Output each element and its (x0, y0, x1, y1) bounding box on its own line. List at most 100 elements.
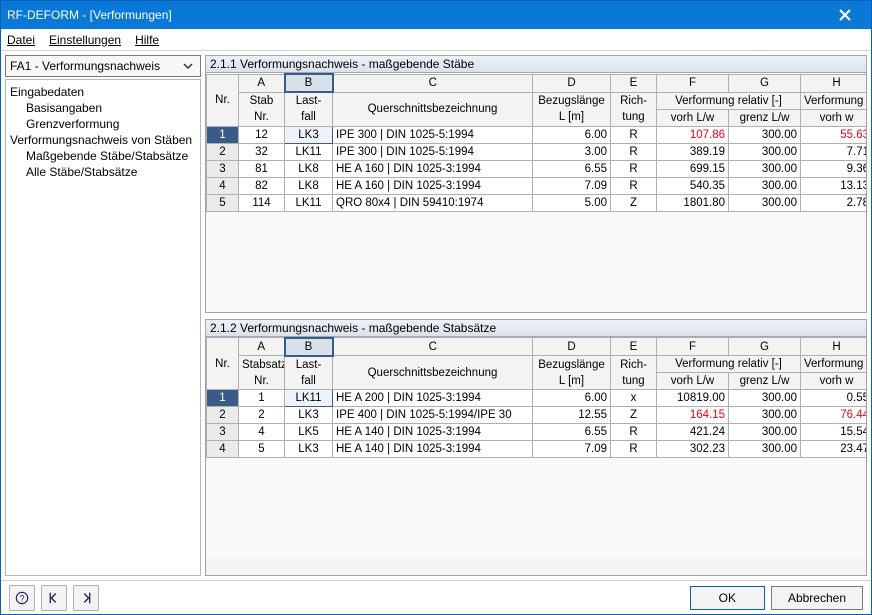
menu-file[interactable]: Datei (7, 33, 35, 47)
hdr2-G[interactable]: G (729, 338, 801, 356)
table-row[interactable]: 381LK8HE A 160 | DIN 1025-3:19946.55R699… (207, 160, 868, 177)
table-cell[interactable]: 5.00 (533, 194, 611, 211)
table-cell[interactable]: 302.23 (657, 441, 729, 458)
hdr-E[interactable]: E (611, 74, 657, 92)
cancel-button[interactable]: Abbrechen (771, 586, 863, 610)
table-cell[interactable]: 7.09 (533, 441, 611, 458)
hdr-richt[interactable]: Rich-tung (611, 92, 657, 126)
table-cell[interactable]: LK5 (285, 424, 333, 441)
grid2[interactable]: Nr. A B C D E F G H I StabsatzNr. (206, 337, 867, 459)
table-cell[interactable]: 12.55 (533, 407, 611, 424)
table-cell[interactable]: HE A 160 | DIN 1025-3:1994 (333, 160, 533, 177)
tree-verformungsnachweis[interactable]: Verformungsnachweis von Stäben (8, 132, 198, 148)
hdr-lastfall[interactable]: Last-fall (285, 92, 333, 126)
table-cell[interactable]: IPE 300 | DIN 1025-5:1994 (333, 143, 533, 160)
table-cell[interactable]: 6.55 (533, 160, 611, 177)
table-cell[interactable]: 1801.80 (657, 194, 729, 211)
hdr-G[interactable]: G (729, 74, 801, 92)
hdr2-vorhLw[interactable]: vorh L/w (657, 373, 729, 390)
table-cell[interactable]: LK3 (285, 126, 333, 143)
table-cell[interactable]: 15.54 (801, 424, 868, 441)
table-cell[interactable]: 9.36 (801, 160, 868, 177)
table-cell[interactable]: HE A 140 | DIN 1025-3:1994 (333, 441, 533, 458)
table-cell[interactable]: LK8 (285, 177, 333, 194)
hdr2-grenzLw[interactable]: grenz L/w (729, 373, 801, 390)
hdr-vorhLw[interactable]: vorh L/w (657, 109, 729, 126)
tree-massgebende[interactable]: Maßgebende Stäbe/Stabsätze (8, 148, 198, 164)
table-cell[interactable]: 300.00 (729, 160, 801, 177)
tree-basisangaben[interactable]: Basisangaben (8, 100, 198, 116)
table-cell[interactable]: 6.00 (533, 126, 611, 143)
table-cell[interactable]: 300.00 (729, 390, 801, 407)
table-cell[interactable]: 300.00 (729, 194, 801, 211)
table-cell[interactable]: 4 (207, 441, 239, 458)
table-cell[interactable]: 2 (239, 407, 285, 424)
table-cell[interactable]: 3 (207, 160, 239, 177)
hdr-H[interactable]: H (801, 74, 868, 92)
table-cell[interactable]: 5 (239, 441, 285, 458)
table-cell[interactable]: 10819.00 (657, 390, 729, 407)
table-cell[interactable]: 114 (239, 194, 285, 211)
table-cell[interactable]: 7.09 (533, 177, 611, 194)
table-cell[interactable]: 3.00 (533, 143, 611, 160)
table-cell[interactable]: 7.71 (801, 143, 868, 160)
table-cell[interactable]: IPE 400 | DIN 1025-5:1994/IPE 30 (333, 407, 533, 424)
hdr-quer[interactable]: Querschnittsbezeichnung (333, 92, 533, 126)
hdr2-B[interactable]: B (285, 338, 333, 356)
hdr-F[interactable]: F (657, 74, 729, 92)
hdr2-verrel[interactable]: Verformung relativ [-] (657, 356, 801, 373)
table-cell[interactable]: 3 (207, 424, 239, 441)
table-cell[interactable]: 107.86 (657, 126, 729, 143)
table-cell[interactable]: 300.00 (729, 407, 801, 424)
close-button[interactable] (825, 1, 865, 29)
hdr-bezug[interactable]: BezugslängeL [m] (533, 92, 611, 126)
hdr2-quer[interactable]: Querschnittsbezeichnung (333, 356, 533, 390)
hdr-verrel[interactable]: Verformung relativ [-] (657, 92, 801, 109)
table-row[interactable]: 34LK5HE A 140 | DIN 1025-3:19946.55R421.… (207, 424, 868, 441)
table-cell[interactable]: 55.63 (801, 126, 868, 143)
table-cell[interactable]: 1 (207, 390, 239, 407)
table-cell[interactable]: 0.55 (801, 390, 868, 407)
table-cell[interactable]: 540.35 (657, 177, 729, 194)
hdr2-A[interactable]: A (239, 338, 285, 356)
table-cell[interactable]: 1 (207, 126, 239, 143)
table-cell[interactable]: 300.00 (729, 177, 801, 194)
table-cell[interactable]: 6.55 (533, 424, 611, 441)
prev-button[interactable] (41, 585, 67, 611)
hdr2-vorhw[interactable]: vorh w (801, 373, 868, 390)
table-cell[interactable]: R (611, 126, 657, 143)
hdr-vorhw[interactable]: vorh w (801, 109, 868, 126)
table-cell[interactable]: 6.00 (533, 390, 611, 407)
table-cell[interactable]: 2.78 (801, 194, 868, 211)
tree-grenzverformung[interactable]: Grenzverformung (8, 116, 198, 132)
table-cell[interactable]: 300.00 (729, 143, 801, 160)
hdr-verabs[interactable]: Verformung absolut [mm] (801, 92, 868, 109)
table-cell[interactable]: 2 (207, 143, 239, 160)
table-cell[interactable]: 13.13 (801, 177, 868, 194)
table-cell[interactable]: 421.24 (657, 424, 729, 441)
hdr2-E[interactable]: E (611, 338, 657, 356)
hdr2-nr[interactable]: Nr. (207, 338, 239, 390)
hdr2-F[interactable]: F (657, 338, 729, 356)
table-cell[interactable]: R (611, 177, 657, 194)
table-cell[interactable]: HE A 140 | DIN 1025-3:1994 (333, 424, 533, 441)
table-cell[interactable]: LK11 (285, 194, 333, 211)
hdr-stab[interactable]: StabNr. (239, 92, 285, 126)
table-cell[interactable]: 82 (239, 177, 285, 194)
menu-settings[interactable]: Einstellungen (49, 33, 121, 47)
table-cell[interactable]: 164.15 (657, 407, 729, 424)
table-cell[interactable]: Z (611, 194, 657, 211)
hdr2-C[interactable]: C (333, 338, 533, 356)
table-row[interactable]: 482LK8HE A 160 | DIN 1025-3:19947.09R540… (207, 177, 868, 194)
hdr2-stabsatz[interactable]: StabsatzNr. (239, 356, 285, 390)
table-row[interactable]: 22LK3IPE 400 | DIN 1025-5:1994/IPE 3012.… (207, 407, 868, 424)
table-cell[interactable]: 5 (207, 194, 239, 211)
table-cell[interactable]: 81 (239, 160, 285, 177)
table-cell[interactable]: LK11 (285, 390, 333, 407)
hdr2-lastfall[interactable]: Last-fall (285, 356, 333, 390)
table-cell[interactable]: LK11 (285, 143, 333, 160)
tree-alle[interactable]: Alle Stäbe/Stabsätze (8, 164, 198, 180)
table-cell[interactable]: 32 (239, 143, 285, 160)
table-cell[interactable]: 12 (239, 126, 285, 143)
table-row[interactable]: 45LK3HE A 140 | DIN 1025-3:19947.09R302.… (207, 441, 868, 458)
